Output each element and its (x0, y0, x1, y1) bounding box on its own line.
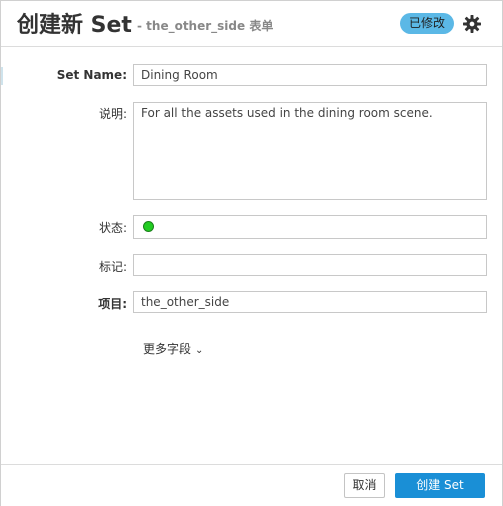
status-label: 状态: (98, 221, 127, 235)
dialog-title: 创建新 Set (17, 13, 132, 38)
description-label: 说明: (98, 107, 127, 121)
description-textarea[interactable]: For all the assets used in the dining ro… (133, 102, 487, 200)
chevron-down-icon: ⌄ (195, 345, 204, 356)
gear-icon-graphic (463, 15, 481, 33)
create-set-dialog: 创建新 Set - the_other_side 表单 已修改 Set Name… (0, 0, 503, 506)
dialog-subtitle: - the_other_side 表单 (137, 19, 274, 33)
dialog-header: 创建新 Set - the_other_side 表单 已修改 (1, 1, 502, 47)
project-input[interactable]: the_other_side (133, 291, 487, 313)
modified-badge: 已修改 (400, 13, 454, 34)
create-set-button[interactable]: 创建 Set (395, 473, 485, 498)
set-name-input[interactable]: Dining Room (133, 64, 487, 86)
more-fields-toggle[interactable]: 更多字段 ⌄ (143, 340, 203, 357)
cancel-button[interactable]: 取消 (344, 473, 385, 498)
gear-icon[interactable] (461, 13, 483, 35)
project-label: 项目: (98, 297, 127, 311)
set-name-label: Set Name: (56, 68, 127, 82)
status-indicator-icon (143, 221, 154, 232)
more-fields-label: 更多字段 (143, 342, 192, 356)
side-accent-bar (1, 67, 3, 85)
status-field[interactable] (133, 215, 487, 239)
tags-label: 标记: (98, 260, 127, 274)
tags-input[interactable] (133, 254, 487, 276)
